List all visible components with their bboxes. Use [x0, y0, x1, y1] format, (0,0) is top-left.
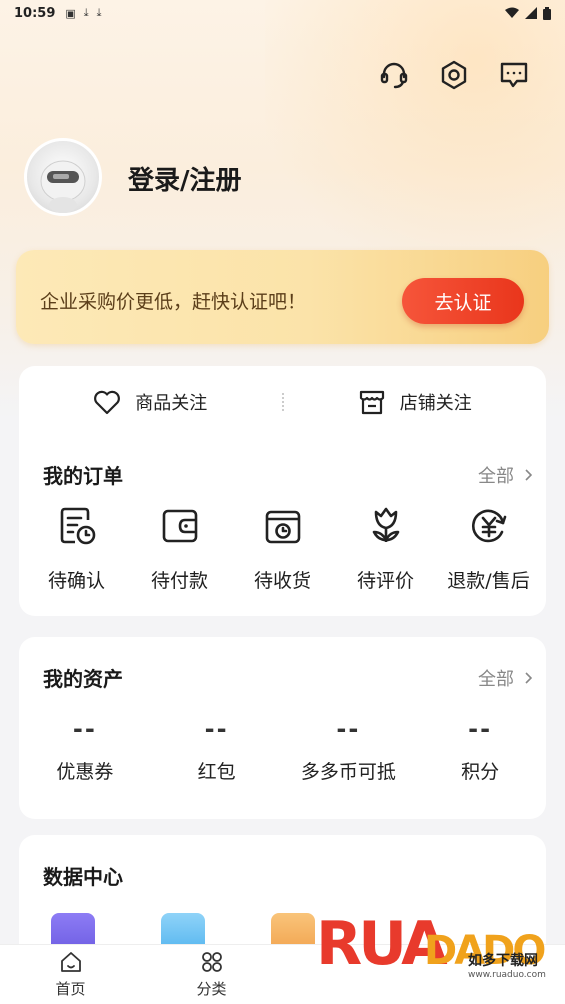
asset-coupon-value: -- [72, 715, 97, 743]
category-icon [201, 952, 222, 972]
download-icon: ⤓ [96, 6, 102, 19]
order-pending-review-label: 待评价 [356, 570, 414, 592]
assets-row: -- 优惠券 -- 红包 -- 多多币可抵 -- 积分 [19, 715, 546, 784]
orders-all-link[interactable]: 全部 [478, 462, 532, 488]
watermark-sub: 如多下载网 [468, 953, 538, 969]
orders-all-label: 全部 [478, 466, 514, 487]
notification-a-icon: ▣ [65, 6, 76, 20]
order-status-row: 待确认 待付款 待收货 待评价 退款/售后 [19, 506, 546, 593]
certify-button[interactable]: 去认证 [402, 278, 524, 324]
order-pending-payment[interactable]: 待付款 [130, 506, 230, 593]
package-clock-icon [265, 510, 300, 544]
robot-avatar-icon [40, 160, 86, 213]
asset-coupon[interactable]: -- 优惠券 [19, 715, 151, 784]
orders-card: 商品关注 店铺关注 我的订单 全部 待确认 待付款 待收货 待评价 退款/售后 [19, 366, 546, 616]
wifi-icon [505, 7, 519, 18]
heart-icon [94, 390, 121, 415]
status-bar: 10:59 ▣ ⤓ ⤓ [0, 0, 565, 26]
chevron-right-icon [525, 672, 532, 684]
avatar[interactable] [24, 138, 102, 216]
orders-title: 我的订单 [43, 464, 123, 488]
store-follow-label: 店铺关注 [399, 393, 472, 414]
enterprise-banner: 企业采购价更低，赶快认证吧！ 去认证 [16, 250, 549, 344]
refund-icon [471, 509, 506, 543]
download-icon: ⤓ [83, 6, 89, 19]
asset-red-packet-value: -- [204, 715, 229, 743]
banner-text: 企业采购价更低，赶快认证吧！ [40, 291, 307, 313]
order-pending-confirm[interactable]: 待确认 [27, 506, 127, 593]
product-follow-label: 商品关注 [135, 393, 208, 414]
assets-title: 我的资产 [43, 667, 123, 691]
header-actions [379, 60, 529, 90]
order-pending-receipt[interactable]: 待收货 [233, 506, 333, 593]
status-time: 10:59 [14, 5, 56, 21]
tab-category-label: 分类 [196, 980, 227, 998]
settings-icon[interactable] [439, 60, 469, 90]
pending-confirm-icon [60, 507, 95, 545]
tulip-icon [372, 507, 399, 542]
asset-red-packet[interactable]: -- 红包 [151, 715, 283, 784]
tab-category[interactable]: 分类 [141, 945, 282, 1004]
order-refund[interactable]: 退款/售后 [439, 506, 539, 593]
asset-coins-value: -- [336, 715, 361, 743]
asset-coupon-label: 优惠券 [56, 761, 114, 783]
order-pending-receipt-label: 待收货 [253, 570, 311, 592]
tab-home[interactable]: 首页 [0, 945, 141, 1004]
watermark-logo: RUA DADO [316, 909, 547, 979]
message-icon[interactable] [499, 60, 529, 90]
assets-card: 我的资产 全部 -- 优惠券 -- 红包 -- 多多币可抵 -- 积分 [19, 637, 546, 819]
store-icon [359, 390, 384, 415]
assets-all-label: 全部 [478, 669, 514, 690]
signal-icon [525, 7, 537, 19]
follow-row: 商品关注 店铺关注 [19, 380, 546, 424]
battery-icon [543, 6, 551, 20]
customer-service-icon[interactable] [379, 60, 409, 90]
data-center-title: 数据中心 [43, 865, 123, 889]
tab-home-label: 首页 [55, 980, 86, 998]
store-follow-button[interactable]: 店铺关注 [284, 388, 547, 416]
watermark: RUA DADO 如多下载网 www.ruaduo.com [316, 900, 561, 996]
home-icon [60, 952, 81, 972]
assets-all-link[interactable]: 全部 [478, 665, 532, 691]
product-follow-button[interactable]: 商品关注 [19, 389, 282, 415]
order-pending-payment-label: 待付款 [150, 570, 208, 592]
asset-coins-label: 多多币可抵 [300, 761, 396, 783]
asset-points[interactable]: -- 积分 [414, 715, 546, 784]
wallet-icon [162, 509, 197, 543]
order-refund-label: 退款/售后 [447, 570, 530, 592]
order-pending-review[interactable]: 待评价 [336, 506, 436, 593]
watermark-url: www.ruaduo.com [468, 970, 546, 980]
login-register-link[interactable]: 登录/注册 [128, 160, 242, 197]
chevron-right-icon [525, 469, 532, 481]
asset-points-value: -- [468, 715, 493, 743]
asset-red-packet-label: 红包 [197, 761, 236, 783]
order-pending-confirm-label: 待确认 [47, 570, 105, 592]
asset-coins[interactable]: -- 多多币可抵 [283, 715, 415, 784]
asset-points-label: 积分 [461, 761, 500, 783]
